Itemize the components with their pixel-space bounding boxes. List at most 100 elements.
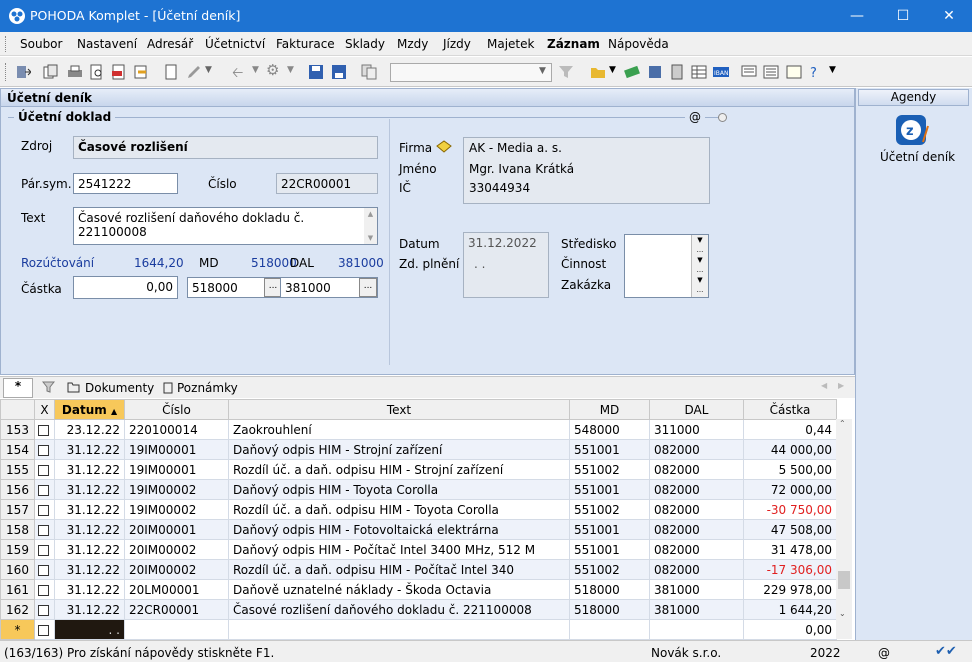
- tabs-scroll-right-icon[interactable]: ▶: [838, 381, 844, 390]
- menu-sklady[interactable]: Sklady: [345, 37, 385, 51]
- table-row[interactable]: 155 31.12.22 19IM00001 Rozdíl úč. a daň. od…: [0, 459, 837, 480]
- column-header-x[interactable]: X: [34, 399, 55, 420]
- message-icon[interactable]: [741, 64, 757, 80]
- accounting-journal-icon[interactable]: z: [895, 114, 931, 148]
- help-icon[interactable]: ?: [808, 64, 824, 80]
- note-icon[interactable]: [786, 64, 802, 80]
- money-icon[interactable]: [624, 64, 640, 80]
- center-activity-pickers[interactable]: ▼... ▼... ▼...: [691, 235, 708, 297]
- menu-jizdy[interactable]: Jízdy: [443, 37, 471, 51]
- row-checkbox[interactable]: [38, 584, 49, 596]
- text-field-scrollbar[interactable]: ▲ ▼: [364, 208, 377, 244]
- row-number[interactable]: 156: [0, 479, 35, 500]
- row-number[interactable]: 154: [0, 439, 35, 460]
- column-header-text[interactable]: Text: [228, 399, 570, 420]
- table-row[interactable]: 161 31.12.22 20LM00001 Daňově uznatelné nák…: [0, 579, 837, 600]
- row-checkbox[interactable]: [38, 604, 49, 616]
- castka-field[interactable]: 0,00: [73, 276, 178, 299]
- row-checkbox[interactable]: [38, 564, 49, 576]
- row-checkbox[interactable]: [38, 544, 49, 556]
- help-dropdown-icon[interactable]: ▼: [829, 65, 836, 75]
- at-icon[interactable]: @: [685, 110, 705, 124]
- column-header-md[interactable]: MD: [569, 399, 650, 420]
- table-row[interactable]: 154 31.12.22 19IM00001 Daňový odpis HIM - S…: [0, 439, 837, 460]
- print-icon[interactable]: [67, 64, 83, 80]
- gear-icon[interactable]: ⚙: [266, 61, 279, 79]
- table-row[interactable]: 160 31.12.22 20IM00002 Rozdíl úč. a daň. od…: [0, 559, 837, 580]
- grid-icon[interactable]: [691, 64, 707, 80]
- filter-combobox[interactable]: [390, 63, 552, 82]
- address-book-icon[interactable]: [435, 138, 453, 154]
- expand-toggle-icon[interactable]: [718, 113, 727, 122]
- row-checkbox[interactable]: [38, 444, 49, 456]
- exit-icon[interactable]: [15, 64, 31, 80]
- status-at-icon[interactable]: @: [878, 646, 890, 660]
- export-icon[interactable]: [133, 64, 149, 80]
- save-icon[interactable]: [308, 64, 324, 80]
- zd-plneni-value[interactable]: . .: [474, 257, 485, 271]
- row-checkbox-cell[interactable]: [34, 499, 55, 520]
- calculator-icon[interactable]: [647, 64, 663, 80]
- row-checkbox-cell[interactable]: [34, 599, 55, 620]
- menu-napoveda[interactable]: Nápověda: [608, 37, 669, 51]
- cell-castka[interactable]: 0,00: [743, 619, 837, 640]
- toolbar-grip[interactable]: [5, 63, 8, 81]
- row-number[interactable]: 161: [0, 579, 35, 600]
- back-icon[interactable]: 🡠: [232, 62, 243, 86]
- text-field[interactable]: Časové rozlišení daňového dokladu č. 221…: [73, 207, 378, 245]
- menu-zaznam[interactable]: Záznam: [547, 37, 600, 51]
- row-checkbox[interactable]: [38, 504, 49, 516]
- row-checkbox-cell[interactable]: [34, 459, 55, 480]
- duplicate-icon[interactable]: [361, 64, 377, 80]
- table-icon[interactable]: [669, 64, 685, 80]
- scroll-down-icon[interactable]: ⌄: [839, 609, 846, 618]
- menu-majetek[interactable]: Majetek: [487, 37, 534, 51]
- menu-nastaveni[interactable]: Nastavení: [77, 37, 137, 51]
- row-checkbox[interactable]: [38, 484, 49, 496]
- column-header-dal[interactable]: DAL: [649, 399, 744, 420]
- tab-new-record[interactable]: *: [3, 378, 33, 398]
- row-checkbox-cell[interactable]: [34, 479, 55, 500]
- scroll-thumb[interactable]: [838, 571, 850, 589]
- new-row-datum-editor[interactable]: . .: [54, 619, 125, 640]
- folder-dropdown-icon[interactable]: ▼: [609, 65, 616, 75]
- table-row[interactable]: 158 31.12.22 20IM00001 Daňový odpis HIM - F…: [0, 519, 837, 540]
- filter-icon[interactable]: [558, 64, 574, 80]
- tab-filter-icon[interactable]: [42, 381, 55, 394]
- menu-mzdy[interactable]: Mzdy: [397, 37, 428, 51]
- cell-text[interactable]: [228, 619, 570, 640]
- close-button[interactable]: ✕: [926, 0, 972, 32]
- cell-md[interactable]: [569, 619, 650, 640]
- status-check-icon[interactable]: ✔✔: [935, 644, 957, 659]
- row-checkbox-cell[interactable]: [34, 539, 55, 560]
- back-dropdown-icon[interactable]: ▼: [252, 65, 259, 75]
- row-checkbox[interactable]: [38, 464, 49, 476]
- edit-dropdown-icon[interactable]: ▼: [205, 65, 212, 75]
- print-preview-icon[interactable]: [89, 64, 105, 80]
- row-number[interactable]: 159: [0, 539, 35, 560]
- iban-icon[interactable]: IBAN: [713, 64, 729, 80]
- row-checkbox-cell[interactable]: [34, 559, 55, 580]
- row-number[interactable]: 162: [0, 599, 35, 620]
- gear-dropdown-icon[interactable]: ▼: [287, 65, 294, 75]
- save-all-icon[interactable]: [331, 64, 347, 80]
- minimize-button[interactable]: —: [834, 0, 880, 32]
- column-header-datum[interactable]: Datum ▲: [54, 399, 125, 420]
- row-number[interactable]: 155: [0, 459, 35, 480]
- row-checkbox[interactable]: [38, 624, 49, 636]
- new-record-row[interactable]: * . . 0,00: [0, 619, 837, 640]
- grid-vertical-scrollbar[interactable]: ⌃ ⌄: [836, 419, 852, 639]
- tab-dokumenty[interactable]: Dokumenty: [85, 381, 154, 395]
- row-checkbox[interactable]: [38, 524, 49, 536]
- table-row[interactable]: 157 31.12.22 19IM00002 Rozdíl úč. a daň. od…: [0, 499, 837, 520]
- filter-combobox-arrow-icon[interactable]: ▼: [539, 66, 546, 76]
- parsym-field[interactable]: 2541222: [73, 173, 178, 194]
- row-number[interactable]: 160: [0, 559, 35, 580]
- row-number[interactable]: 158: [0, 519, 35, 540]
- menu-fakturace[interactable]: Fakturace: [276, 37, 335, 51]
- row-checkbox-cell[interactable]: [34, 579, 55, 600]
- table-row[interactable]: 156 31.12.22 19IM00002 Daňový odpis HIM - T…: [0, 479, 837, 500]
- row-number[interactable]: 153: [0, 419, 35, 440]
- cell-cislo[interactable]: [124, 619, 229, 640]
- menu-soubor[interactable]: Soubor: [20, 37, 62, 51]
